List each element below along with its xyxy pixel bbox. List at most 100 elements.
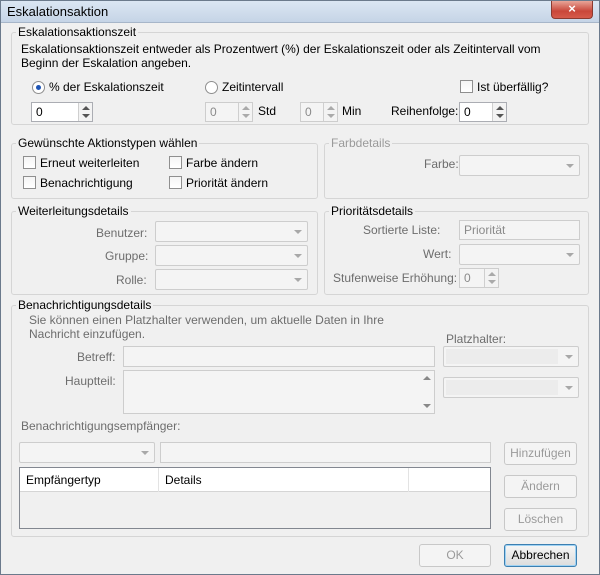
action-types-group-label: Gewünschte Aktionstypen wählen <box>16 136 200 150</box>
action-types-group: Gewünschte Aktionstypen wählen <box>11 136 318 199</box>
step-spinner[interactable] <box>484 269 498 287</box>
chevron-down-icon[interactable] <box>294 278 302 282</box>
chevron-down-icon[interactable] <box>294 254 302 258</box>
hours-spinner[interactable] <box>238 103 252 121</box>
chevron-down-icon[interactable] <box>294 230 302 234</box>
notify-label[interactable]: Benachrichtigung <box>40 176 133 190</box>
forward-details-group-label: Weiterleitungsdetails <box>16 204 131 218</box>
hours-unit: Std <box>258 104 277 118</box>
percent-radio-label[interactable]: % der Eskalationszeit <box>49 80 164 94</box>
chevron-down-icon[interactable] <box>565 355 573 359</box>
interval-radio-label[interactable]: Zeitintervall <box>222 80 283 94</box>
escalation-time-description: Eskalationsaktionszeit entweder als Proz… <box>21 42 541 70</box>
chevron-down-icon[interactable] <box>566 164 574 168</box>
column-header-details[interactable]: Details <box>159 468 409 492</box>
close-button[interactable]: × <box>551 1 593 19</box>
role-select[interactable] <box>155 269 308 290</box>
spin-down-icon[interactable] <box>327 114 335 118</box>
recipients-label: Benachrichtigungsempfänger: <box>21 419 181 433</box>
priority-checkbox[interactable] <box>169 176 182 189</box>
spin-up-icon[interactable] <box>488 272 496 276</box>
order-spinner[interactable] <box>492 103 506 121</box>
spin-down-icon[interactable] <box>242 114 250 118</box>
scroll-up-icon[interactable] <box>423 376 431 380</box>
placeholder-select[interactable] <box>443 346 579 367</box>
spin-down-icon[interactable] <box>496 114 504 118</box>
color-checkbox[interactable] <box>169 156 182 169</box>
value-label: Wert: <box>423 247 452 261</box>
sorted-list-field[interactable]: Priorität <box>459 220 580 240</box>
color-field-label: Farbe: <box>424 157 459 171</box>
value-select[interactable] <box>459 244 580 265</box>
notification-details-group-label: Benachrichtigungsdetails <box>16 298 154 312</box>
close-icon[interactable]: × <box>568 1 576 16</box>
minutes-stepper[interactable]: 0 <box>300 102 338 122</box>
placeholder-select-2-value[interactable] <box>446 380 558 395</box>
group-select[interactable] <box>155 245 308 266</box>
spin-up-icon[interactable] <box>327 106 335 110</box>
order-value[interactable]: 0 <box>464 105 471 119</box>
recipient-details-input[interactable] <box>160 442 491 463</box>
hours-value[interactable]: 0 <box>210 105 217 119</box>
step-label: Stufenweise Erhöhung: <box>333 271 458 285</box>
title-bar: Eskalationsaktion × <box>1 1 599 23</box>
priority-details-group-label: Prioritätsdetails <box>329 204 416 218</box>
cancel-button[interactable]: Abbrechen <box>504 544 577 567</box>
escalation-time-group-label: Eskalationsaktionszeit <box>16 25 139 39</box>
spin-down-icon[interactable] <box>82 114 90 118</box>
body-textarea[interactable] <box>123 370 435 414</box>
recipients-table: Empfängertyp Details <box>19 467 491 529</box>
color-label[interactable]: Farbe ändern <box>186 156 258 170</box>
chevron-down-icon[interactable] <box>566 253 574 257</box>
percent-value[interactable]: 0 <box>36 105 43 119</box>
recipient-type-select[interactable] <box>19 442 155 463</box>
body-scrollbar[interactable] <box>420 371 434 413</box>
recipients-table-header: Empfängertyp Details <box>20 468 490 492</box>
minutes-value[interactable]: 0 <box>305 105 312 119</box>
overdue-label[interactable]: Ist überfällig? <box>477 80 548 94</box>
spin-up-icon[interactable] <box>82 106 90 110</box>
step-value[interactable]: 0 <box>464 271 471 285</box>
body-label: Hauptteil: <box>65 374 116 388</box>
percent-radio[interactable] <box>32 81 45 94</box>
role-label: Rolle: <box>116 273 147 287</box>
sorted-list-value[interactable]: Priorität <box>464 223 505 237</box>
subject-label: Betreff: <box>77 350 116 364</box>
user-label: Benutzer: <box>96 226 148 240</box>
group-field-label: Gruppe: <box>105 249 149 263</box>
spin-up-icon[interactable] <box>242 106 250 110</box>
subject-input[interactable] <box>123 346 435 367</box>
chevron-down-icon[interactable] <box>141 451 149 455</box>
placeholder-label: Platzhalter: <box>446 332 507 346</box>
step-stepper[interactable]: 0 <box>459 268 499 288</box>
forward-checkbox[interactable] <box>23 156 36 169</box>
overdue-checkbox[interactable] <box>460 80 473 93</box>
scroll-down-icon[interactable] <box>423 404 431 408</box>
percent-spinner[interactable] <box>78 103 92 121</box>
forward-label[interactable]: Erneut weiterleiten <box>40 156 139 170</box>
change-button[interactable]: Ändern <box>504 475 577 498</box>
percent-stepper[interactable]: 0 <box>31 102 93 122</box>
notify-checkbox[interactable] <box>23 176 36 189</box>
color-details-group-label: Farbdetails <box>329 136 393 150</box>
order-label: Reihenfolge: <box>391 104 459 118</box>
interval-radio[interactable] <box>205 81 218 94</box>
minutes-spinner[interactable] <box>323 103 337 121</box>
minutes-unit: Min <box>342 104 362 118</box>
color-select[interactable] <box>459 155 580 176</box>
chevron-down-icon[interactable] <box>565 386 573 390</box>
placeholder-select-value[interactable] <box>446 349 558 364</box>
sorted-list-label: Sortierte Liste: <box>363 223 441 237</box>
column-header-recipient-type[interactable]: Empfängertyp <box>20 468 159 492</box>
hours-stepper[interactable]: 0 <box>205 102 253 122</box>
add-button[interactable]: Hinzufügen <box>504 442 577 465</box>
order-stepper[interactable]: 0 <box>459 102 507 122</box>
notification-hint: Sie können einen Platzhalter verwenden, … <box>29 313 384 341</box>
spin-down-icon[interactable] <box>488 280 496 284</box>
user-select[interactable] <box>155 221 308 242</box>
delete-button[interactable]: Löschen <box>504 508 577 531</box>
spin-up-icon[interactable] <box>496 106 504 110</box>
placeholder-select-2[interactable] <box>443 377 579 398</box>
priority-label[interactable]: Priorität ändern <box>186 176 268 190</box>
ok-button[interactable]: OK <box>419 544 491 567</box>
